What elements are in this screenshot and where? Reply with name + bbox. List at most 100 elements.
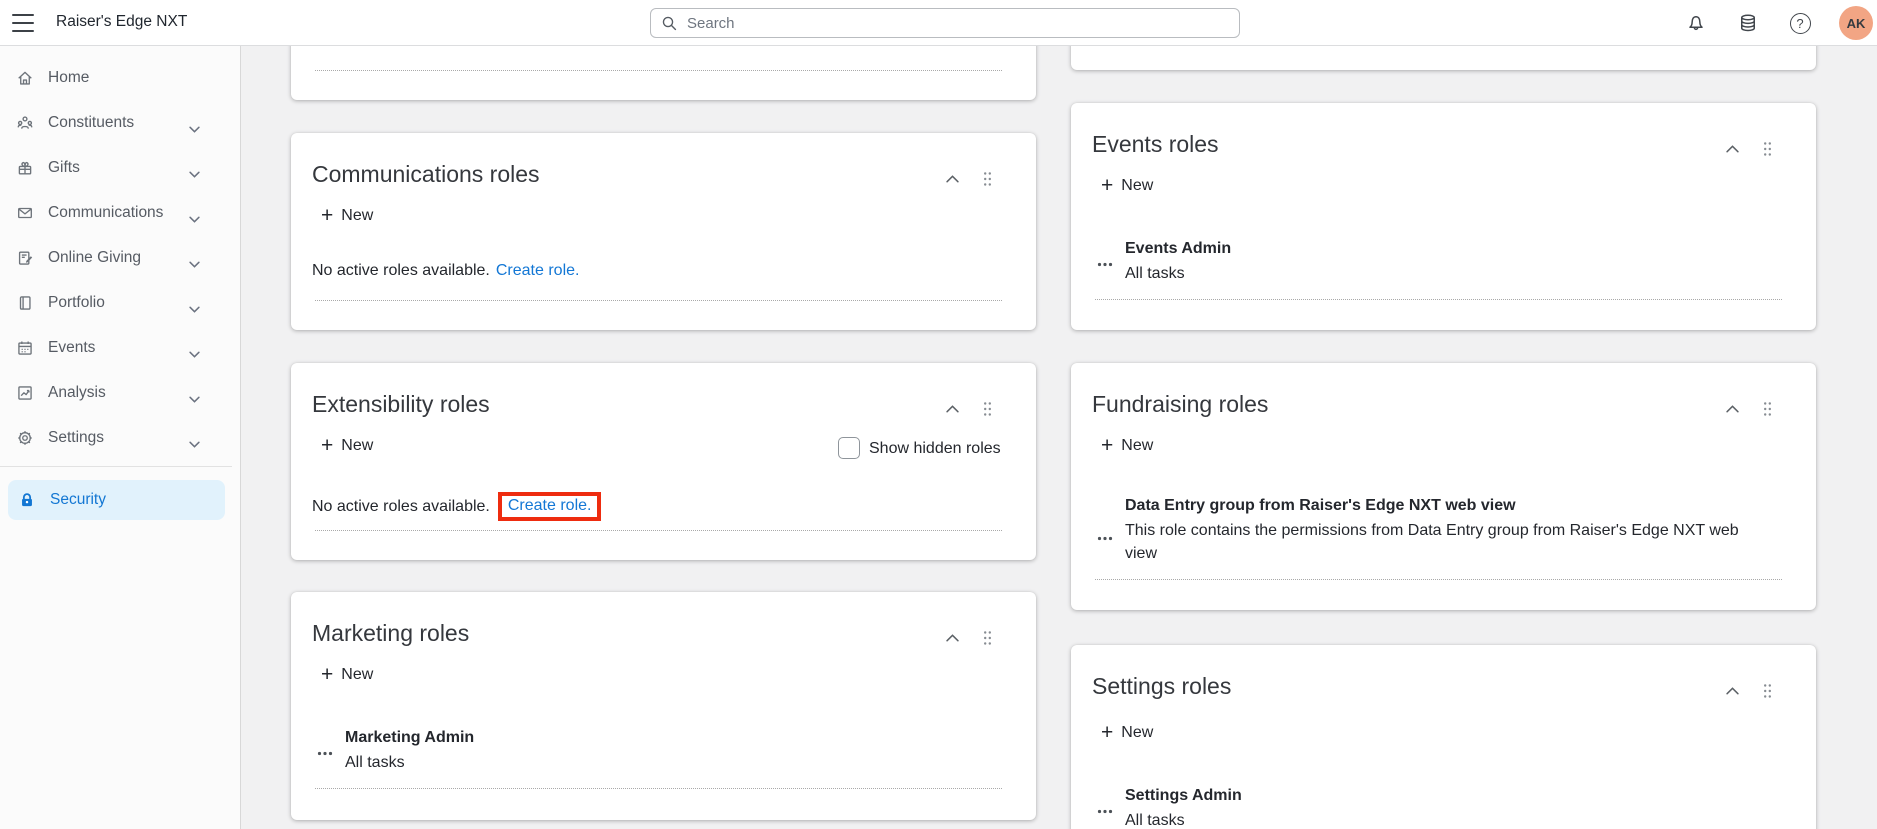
help-button[interactable]: ? — [1787, 10, 1813, 36]
ellipsis-icon — [317, 751, 333, 756]
bell-icon — [1689, 16, 1703, 31]
sidebar-item-settings[interactable]: Settings — [0, 416, 232, 460]
collapse-button[interactable] — [946, 175, 959, 183]
role-name: Events Admin — [1125, 240, 1232, 257]
new-role-button[interactable]: + New — [321, 205, 373, 226]
role-description: All tasks — [1125, 265, 1185, 282]
new-role-button[interactable]: + New — [1101, 435, 1153, 456]
drag-handle-icon — [1764, 142, 1771, 156]
chevron-down-icon — [189, 300, 200, 318]
settings-roles-card: Settings roles + New Settings Admin All … — [1071, 645, 1816, 829]
role-name: Marketing Admin — [345, 729, 475, 746]
database-icon — [1741, 14, 1755, 32]
role-menu-button[interactable] — [1097, 801, 1113, 819]
sidebar-item-security[interactable]: Security — [8, 480, 225, 520]
new-role-button[interactable]: + New — [1101, 174, 1153, 197]
empty-state-text: No active roles available. — [312, 262, 490, 279]
plus-icon: + — [321, 434, 334, 457]
annotation-highlight: Create role. — [497, 492, 602, 521]
role-name: Settings Admin — [1125, 787, 1242, 804]
new-role-button[interactable]: + New — [1101, 721, 1153, 744]
sidebar-item-portfolio[interactable]: Portfolio — [0, 281, 232, 325]
new-role-button[interactable]: + New — [321, 434, 373, 457]
role-row: Marketing Admin All tasks — [345, 729, 474, 774]
role-description: All tasks — [345, 754, 405, 771]
calendar-icon — [16, 339, 34, 357]
collapse-button[interactable] — [1726, 687, 1739, 695]
sidebar-item-analysis[interactable]: Analysis — [0, 371, 232, 415]
divider — [1095, 579, 1782, 580]
drag-handle[interactable] — [1763, 683, 1772, 699]
role-row: Data Entry group from Raiser's Edge NXT … — [1125, 497, 1753, 565]
drag-handle[interactable] — [983, 630, 992, 646]
chevron-down-icon — [189, 345, 200, 363]
help-icon: ? — [1789, 12, 1811, 34]
envelope-icon — [16, 204, 34, 222]
sidebar-item-events[interactable]: Events — [0, 326, 232, 370]
empty-state-text: No active roles available. — [312, 497, 490, 515]
sidebar-item-gifts[interactable]: Gifts — [0, 146, 232, 190]
create-role-link[interactable]: Create role. — [496, 262, 580, 280]
divider — [315, 788, 1002, 789]
avatar[interactable]: AK — [1839, 6, 1873, 40]
communications-roles-card: Communications roles + New No active rol… — [291, 133, 1036, 330]
role-menu-button[interactable] — [317, 743, 333, 761]
collapse-button[interactable] — [946, 405, 959, 413]
show-hidden-roles-checkbox[interactable] — [838, 437, 860, 459]
role-name: Data Entry group from Raiser's Edge NXT … — [1125, 497, 1516, 514]
role-menu-button[interactable] — [1097, 528, 1113, 546]
drag-handle[interactable] — [1763, 141, 1772, 157]
chevron-down-icon — [189, 390, 200, 408]
database-button[interactable] — [1735, 10, 1761, 36]
sidebar-item-home[interactable]: Home — [0, 56, 232, 100]
sidebar-item-online-giving[interactable]: Online Giving — [0, 236, 232, 280]
plus-icon: + — [321, 663, 334, 686]
role-row: Settings Admin All tasks — [1125, 787, 1242, 829]
search-box[interactable] — [650, 8, 1240, 38]
app-window: Raiser's Edge NXT Search ? AK Home Const… — [0, 0, 1877, 829]
divider — [1095, 299, 1782, 300]
role-description: All tasks — [1125, 812, 1185, 829]
chevron-up-icon — [1726, 405, 1739, 413]
drag-handle[interactable] — [983, 171, 992, 187]
search-icon — [662, 16, 677, 30]
card-title: Fundraising roles — [1092, 391, 1269, 417]
gear-icon — [16, 429, 34, 447]
card-title: Extensibility roles — [312, 391, 490, 417]
marketing-roles-card: Marketing roles + New Marketing Admin Al… — [291, 592, 1036, 820]
search-input[interactable] — [687, 14, 1229, 32]
drag-handle[interactable] — [1763, 401, 1772, 417]
plus-icon: + — [1101, 721, 1114, 744]
chevron-down-icon — [189, 255, 200, 273]
extensibility-roles-card: Extensibility roles + New Show hidden ro… — [291, 363, 1036, 560]
fundraising-roles-card: Fundraising roles + New Data Entry group… — [1071, 363, 1816, 610]
menu-icon[interactable] — [12, 14, 34, 32]
collapse-button[interactable] — [1726, 405, 1739, 413]
sidebar-item-constituents[interactable]: Constituents — [0, 101, 232, 145]
chevron-up-icon — [1726, 687, 1739, 695]
sidebar: Home Constituents Gifts Communications O… — [0, 46, 241, 829]
role-menu-button[interactable] — [1097, 254, 1113, 272]
portfolio-icon — [16, 294, 34, 312]
chevron-up-icon — [1726, 145, 1739, 153]
notifications-button[interactable] — [1683, 10, 1709, 36]
create-role-link[interactable]: Create role. — [508, 497, 592, 515]
ellipsis-icon — [1097, 536, 1113, 541]
home-icon — [16, 69, 34, 87]
card-title: Events roles — [1092, 131, 1219, 157]
new-role-button[interactable]: + New — [321, 663, 373, 686]
collapse-button[interactable] — [946, 634, 959, 642]
drag-handle-icon — [1764, 684, 1771, 698]
chevron-down-icon — [189, 120, 200, 138]
partial-card-top-right — [1071, 46, 1816, 70]
partial-card-top-left: All tasks — [291, 46, 1036, 100]
show-hidden-roles-label[interactable]: Show hidden roles — [869, 440, 1001, 458]
card-title: Marketing roles — [312, 620, 470, 646]
top-bar: Raiser's Edge NXT Search ? AK — [0, 0, 1877, 46]
gift-icon — [16, 159, 34, 177]
plus-icon: + — [1101, 174, 1114, 197]
collapse-button[interactable] — [1726, 145, 1739, 153]
drag-handle[interactable] — [983, 401, 992, 417]
sidebar-item-communications[interactable]: Communications — [0, 191, 232, 235]
chevron-up-icon — [946, 405, 959, 413]
